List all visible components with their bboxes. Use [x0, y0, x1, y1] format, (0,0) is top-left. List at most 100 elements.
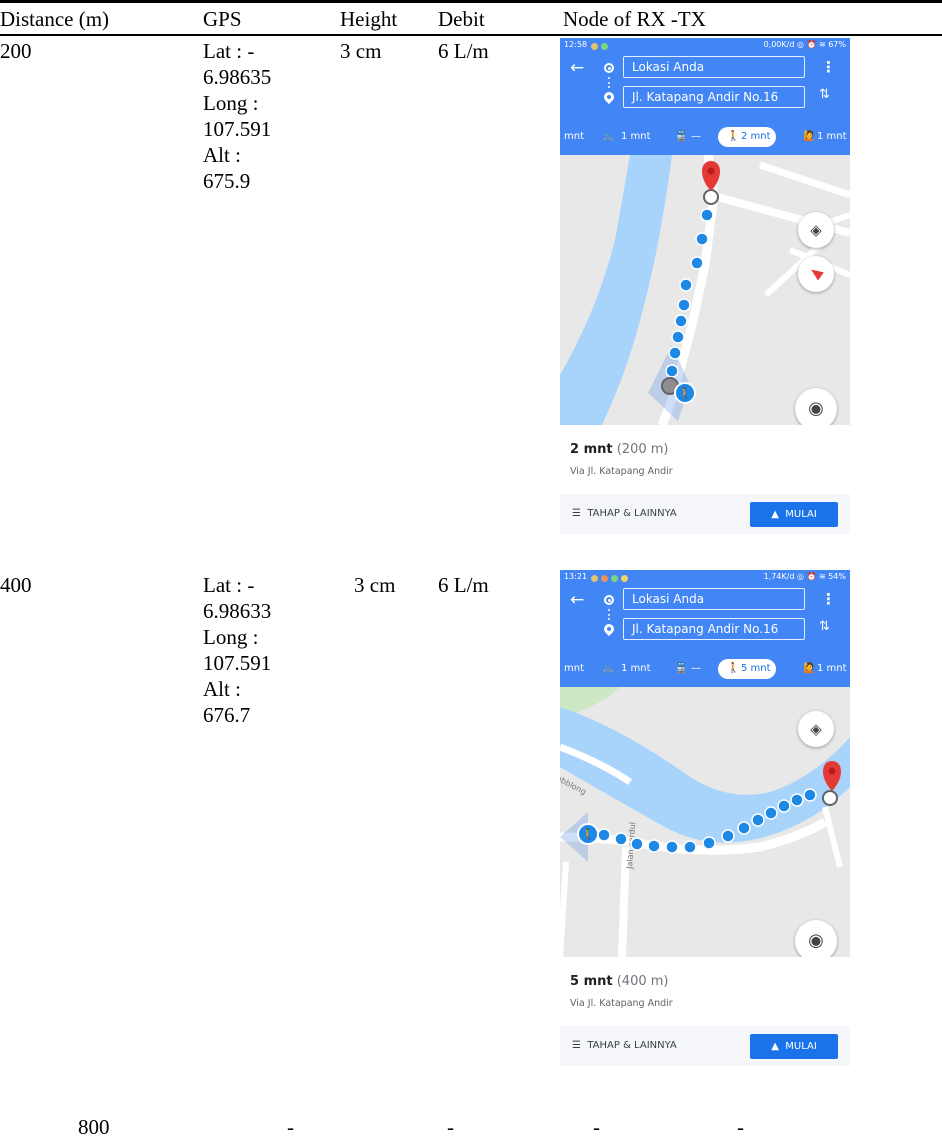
row2-distance: 400: [0, 573, 32, 597]
map-view[interactable]: Jl. Cobblong Jalan cerdul 🚶 ◈ ◉: [560, 687, 850, 957]
mode-transit[interactable]: —: [691, 655, 701, 683]
road-sw: [560, 861, 569, 957]
status-right: 1,74K/d ◎ ⏰ ≋ 54%: [763, 572, 846, 581]
origin-field[interactable]: Lokasi Anda: [623, 56, 805, 78]
gps-line: 676.7: [203, 703, 251, 727]
navigation-arrow-icon: ▲: [771, 509, 779, 520]
back-arrow-icon[interactable]: ←: [570, 58, 584, 78]
row2-debit: 6 L/m: [438, 573, 489, 597]
travel-modes: mnt 🚲 1 mnt 🚆 — 🚶 5 mnt 🙋 1 mnt: [560, 655, 850, 683]
origin-dot-icon: [604, 595, 614, 605]
start-label: MULAI: [785, 1041, 817, 1052]
gps-line: 107.591: [203, 651, 272, 675]
more-menu-icon[interactable]: ⋮: [821, 59, 836, 75]
gps-line: 107.591: [203, 117, 272, 141]
my-location-icon[interactable]: ◉: [795, 920, 837, 957]
my-location-icon[interactable]: ◉: [795, 388, 837, 425]
eta-summary: 2 mnt (200 m): [570, 442, 669, 457]
gps-line: Long :: [203, 91, 259, 115]
origin-field[interactable]: Lokasi Anda: [623, 588, 805, 610]
action-bar: ☰ TAHAP & LAINNYA ▲ MULAI: [560, 1026, 850, 1066]
destination-pin: [701, 161, 721, 191]
via-route: Via Jl. Katapang Andir: [570, 998, 673, 1009]
walk-icon: 🚶: [727, 131, 740, 142]
mode-ride[interactable]: 1 mnt: [817, 123, 847, 151]
header-gps: GPS: [203, 7, 242, 31]
row3-node: -: [737, 1115, 744, 1139]
action-bar: ☰ TAHAP & LAINNYA ▲ MULAI: [560, 494, 850, 534]
mode-transit[interactable]: —: [691, 123, 701, 151]
phone-screenshot-200m: 12:58 0,00K/d ◎ ⏰ ≋ 67% ← Lokasi Anda Jl…: [560, 38, 850, 534]
start-button[interactable]: ▲ MULAI: [750, 502, 838, 527]
walk-icon: 🚶: [727, 663, 740, 674]
gps-line: 675.9: [203, 169, 251, 193]
ride-icon: 🙋: [803, 663, 816, 674]
notification-icons: [591, 573, 631, 586]
steps-button[interactable]: ☰ TAHAP & LAINNYA: [572, 1026, 677, 1066]
route-end-marker: [822, 790, 838, 806]
bike-icon: 🚲: [602, 663, 615, 674]
mode-walk[interactable]: 2 mnt: [741, 127, 771, 147]
steps-label: TAHAP & LAINNYA: [587, 508, 677, 519]
layers-icon[interactable]: ◈: [798, 711, 834, 747]
table-top-rule: [0, 0, 942, 3]
more-menu-icon[interactable]: ⋮: [821, 591, 836, 607]
walker-glyph: 🚶: [678, 387, 692, 400]
phone-screenshot-400m: 13:21 1,74K/d ◎ ⏰ ≋ 54% ← Lokasi Anda Jl…: [560, 570, 850, 1066]
route-connector: [608, 77, 610, 88]
bike-icon: 🚲: [602, 131, 615, 142]
row2-gps: Lat : - 6.98633 Long : 107.591 Alt : 676…: [203, 572, 271, 728]
back-arrow-icon[interactable]: ←: [570, 590, 584, 610]
mode-car[interactable]: mnt: [564, 655, 584, 683]
gps-line: Lat : -: [203, 39, 255, 63]
destination-field[interactable]: Jl. Katapang Andir No.16: [623, 618, 805, 640]
gps-line: Long :: [203, 625, 259, 649]
eta-summary: 5 mnt (400 m): [570, 974, 669, 989]
compass-icon[interactable]: [798, 256, 834, 292]
row1-height: 3 cm: [340, 39, 382, 63]
route-summary-sheet: 5 mnt (400 m) Via Jl. Katapang Andir ☰ T…: [560, 957, 850, 1066]
status-time: 13:21: [564, 572, 588, 581]
eta-distance: (400 m): [616, 974, 669, 989]
mode-ride[interactable]: 1 mnt: [817, 655, 847, 683]
mode-car[interactable]: mnt: [564, 123, 584, 151]
status-right: 0,00K/d ◎ ⏰ ≋ 67%: [763, 40, 846, 49]
via-route: Via Jl. Katapang Andir: [570, 466, 673, 477]
walker-glyph: 🚶: [581, 828, 595, 841]
mode-walk[interactable]: 5 mnt: [741, 659, 771, 679]
mode-bike[interactable]: 1 mnt: [621, 655, 651, 683]
ride-icon: 🙋: [803, 131, 816, 142]
gps-line: 6.98633: [203, 599, 272, 623]
transit-icon: 🚆: [675, 663, 688, 674]
travel-modes: mnt 🚲 1 mnt 🚆 — 🚶 2 mnt 🙋 1 mnt: [560, 123, 850, 151]
eta-time: 2 mnt: [570, 442, 613, 457]
list-icon: ☰: [572, 1040, 581, 1051]
eta-time: 5 mnt: [570, 974, 613, 989]
destination-field[interactable]: Jl. Katapang Andir No.16: [623, 86, 805, 108]
row3-distance: 800: [78, 1115, 110, 1139]
status-time: 12:58: [564, 40, 588, 49]
gps-line: 6.98635: [203, 65, 272, 89]
mode-bike[interactable]: 1 mnt: [621, 123, 651, 151]
status-bar: 12:58 0,00K/d ◎ ⏰ ≋ 67%: [560, 38, 850, 51]
map-view[interactable]: 🚶 ◈ ◉: [560, 155, 850, 425]
row2-height: 3 cm: [354, 573, 396, 597]
swap-icon[interactable]: ⇅: [819, 619, 830, 635]
list-icon: ☰: [572, 508, 581, 519]
origin-dot-icon: [604, 63, 614, 73]
start-label: MULAI: [785, 509, 817, 520]
steps-button[interactable]: ☰ TAHAP & LAINNYA: [572, 494, 677, 534]
route-summary-sheet: 2 mnt (200 m) Via Jl. Katapang Andir ☰ T…: [560, 425, 850, 534]
eta-distance: (200 m): [616, 442, 669, 457]
map-graphic: 🚶: [560, 155, 850, 425]
row3-debit: -: [593, 1115, 600, 1139]
row1-debit: 6 L/m: [438, 39, 489, 63]
gps-line: Alt :: [203, 143, 241, 167]
start-button[interactable]: ▲ MULAI: [750, 1034, 838, 1059]
layers-icon[interactable]: ◈: [798, 212, 834, 248]
gps-line: Lat : -: [203, 573, 255, 597]
header-height: Height: [340, 7, 398, 31]
header-node: Node of RX -TX: [563, 7, 706, 31]
row3-gps: -: [287, 1115, 294, 1139]
swap-icon[interactable]: ⇅: [819, 87, 830, 103]
